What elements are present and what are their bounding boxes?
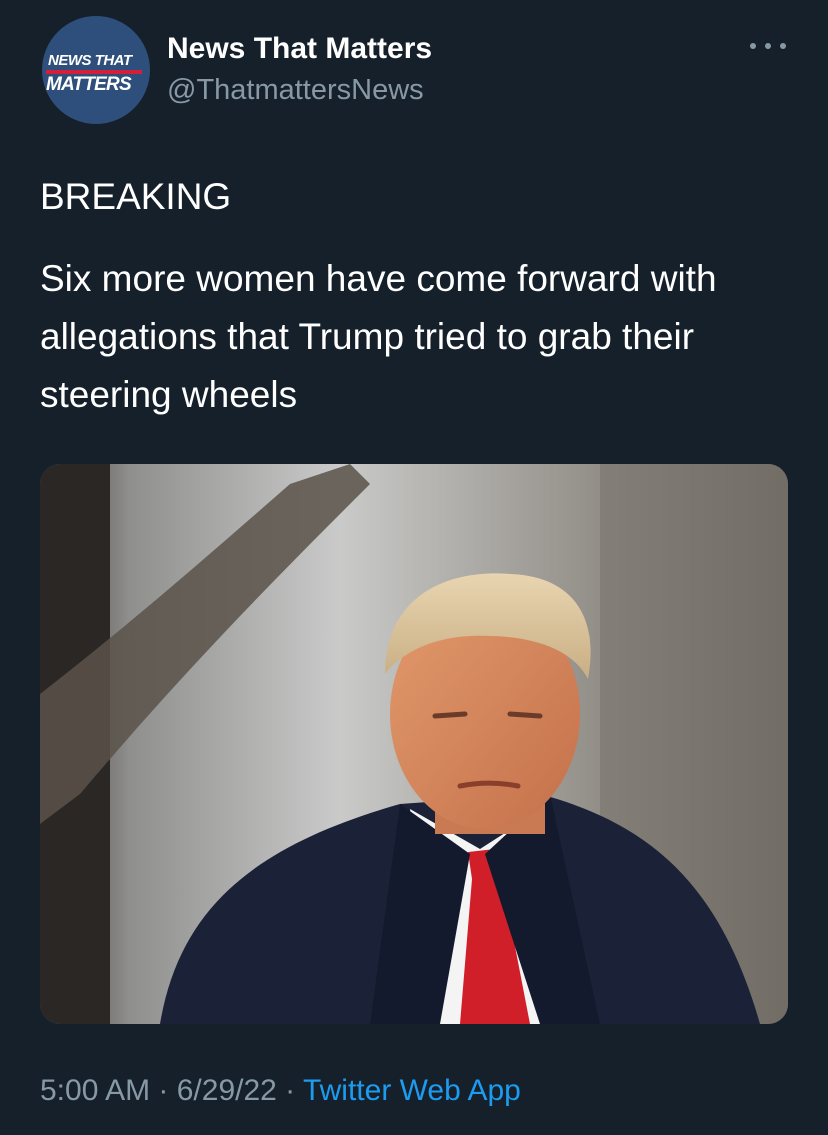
- tweet: NEWS THAT MATTERS News That Matters @Tha…: [0, 0, 828, 1135]
- separator: ·: [276, 1074, 303, 1107]
- tweet-photo[interactable]: [40, 464, 788, 1024]
- display-name[interactable]: News That Matters: [167, 32, 432, 66]
- tweet-text: Six more women have come forward with al…: [40, 258, 717, 415]
- user-handle[interactable]: @ThatmattersNews: [167, 74, 424, 107]
- more-dot: [765, 43, 771, 49]
- more-dot: [750, 43, 756, 49]
- source-app-link[interactable]: Twitter Web App: [303, 1074, 521, 1107]
- avatar-logo-line1: NEWS THAT: [48, 52, 132, 69]
- more-dot: [780, 43, 786, 49]
- tweet-date[interactable]: 6/29/22: [177, 1074, 277, 1107]
- avatar[interactable]: NEWS THAT MATTERS: [42, 16, 150, 124]
- tweet-metadata: 5:00 AM · 6/29/22 · Twitter Web App: [40, 1074, 521, 1108]
- avatar-logo-line2: MATTERS: [46, 74, 132, 95]
- separator: ·: [150, 1074, 177, 1107]
- tweet-time[interactable]: 5:00 AM: [40, 1074, 150, 1107]
- more-options-icon[interactable]: [750, 34, 786, 58]
- tweet-label: BREAKING: [40, 176, 232, 217]
- photo-illustration: [40, 464, 788, 1024]
